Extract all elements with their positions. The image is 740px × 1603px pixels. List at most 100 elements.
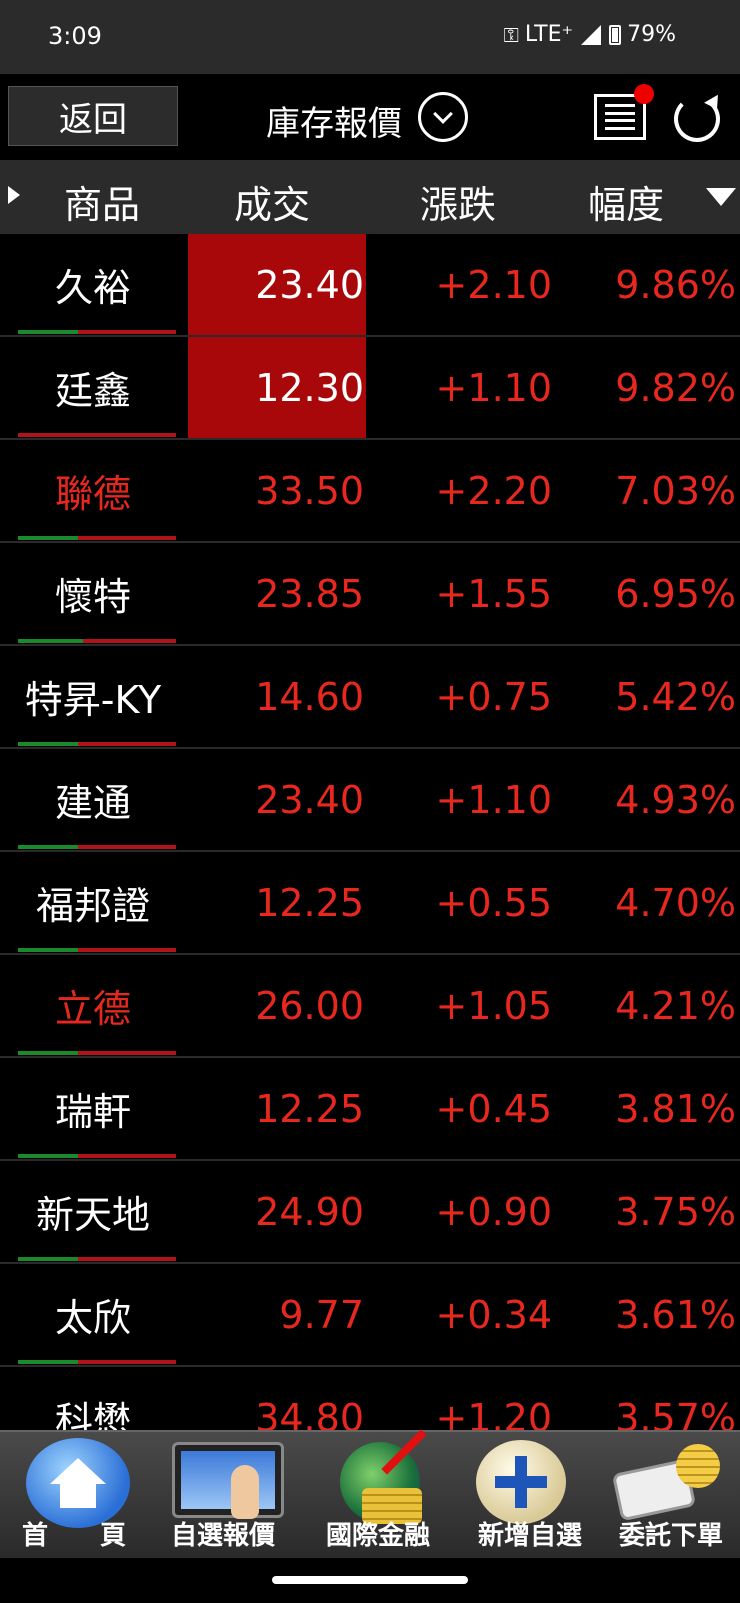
tablet-chart-icon xyxy=(172,1442,284,1519)
tab-international-label: 國際金融 xyxy=(325,1521,430,1551)
table-row[interactable]: 特昇-KY 14.60 +0.75 5.42% xyxy=(0,646,740,749)
bid-ask-bar-green xyxy=(18,1154,79,1158)
bid-ask-bar xyxy=(18,742,176,746)
tab-watchlist-label: 自選報價 xyxy=(170,1521,275,1551)
status-bar: 3:09 ⚿ LTE⁺ 79% xyxy=(0,0,740,74)
change-percent: 5.42% xyxy=(615,674,736,719)
price-change: +0.45 xyxy=(435,1086,552,1131)
change-percent: 4.21% xyxy=(615,983,736,1028)
change-percent: 6.95% xyxy=(615,571,736,616)
table-row[interactable]: 建通 23.40 +1.10 4.93% xyxy=(0,749,740,852)
last-price: 23.40 xyxy=(255,777,364,822)
table-row[interactable]: 科懋 34.80 +1.20 3.57% xyxy=(0,1367,740,1431)
stock-name: 瑞軒 xyxy=(54,1090,131,1134)
tab-add-watch-label: 新增自選 xyxy=(477,1521,582,1551)
price-change: +2.20 xyxy=(435,468,552,513)
table-row[interactable]: 福邦證 12.25 +0.55 4.70% xyxy=(0,852,740,955)
bid-ask-bar-green xyxy=(18,948,79,952)
column-change[interactable]: 漲跌 xyxy=(420,174,496,229)
stock-name: 懷特 xyxy=(54,575,131,619)
price-change: +1.10 xyxy=(435,777,552,822)
signal-icon xyxy=(581,24,602,45)
last-price: 9.77 xyxy=(279,1292,364,1337)
gesture-bar xyxy=(0,1558,740,1603)
stock-name: 廷鑫 xyxy=(54,369,131,413)
table-row[interactable]: 懷特 23.85 +1.55 6.95% xyxy=(0,543,740,646)
bid-ask-bar xyxy=(18,639,176,643)
tab-home[interactable]: 首 頁 xyxy=(0,1432,148,1560)
bid-ask-bar xyxy=(18,1257,176,1261)
change-percent: 3.81% xyxy=(615,1086,736,1131)
page-title[interactable]: 庫存報價 xyxy=(266,96,402,145)
table-row[interactable]: 瑞軒 12.25 +0.45 3.81% xyxy=(0,1058,740,1161)
nav-bar: 返回 庫存報價 xyxy=(0,74,740,160)
change-percent: 4.93% xyxy=(615,777,736,822)
quote-list[interactable]: 久裕 23.40 +2.10 9.86% 廷鑫 12.30 +1.10 9.82% 聯德 33.5… xyxy=(0,234,740,1430)
stock-name: 聯德 xyxy=(54,472,131,516)
status-time: 3:09 xyxy=(48,22,102,50)
stock-name: 太欣 xyxy=(54,1296,131,1340)
price-change: +0.75 xyxy=(435,674,552,719)
last-price: 23.40 xyxy=(188,234,366,335)
change-percent: 3.61% xyxy=(615,1292,736,1337)
column-percent[interactable]: 幅度 xyxy=(588,174,664,229)
price-change: +1.20 xyxy=(435,1395,552,1431)
last-price: 12.30 xyxy=(188,337,366,438)
bid-ask-bar xyxy=(18,1154,176,1158)
column-price[interactable]: 成交 xyxy=(234,174,310,229)
expand-left-icon[interactable] xyxy=(8,186,20,204)
tab-watchlist[interactable]: 自選報價 xyxy=(148,1432,298,1560)
last-price: 33.50 xyxy=(255,468,364,513)
tab-order[interactable]: 委託下單 xyxy=(602,1432,740,1560)
table-row[interactable]: 廷鑫 12.30 +1.10 9.82% xyxy=(0,337,740,440)
change-percent: 7.03% xyxy=(615,468,736,513)
last-price: 26.00 xyxy=(255,983,364,1028)
back-button[interactable]: 返回 xyxy=(8,86,178,146)
stock-name: 久裕 xyxy=(54,266,131,310)
price-change: +0.55 xyxy=(435,880,552,925)
stock-name: 科懋 xyxy=(54,1399,131,1430)
bid-ask-bar xyxy=(18,433,176,437)
table-row[interactable]: 聯德 33.50 +2.20 7.03% xyxy=(0,440,740,543)
notification-dot xyxy=(634,84,654,104)
price-change: +1.05 xyxy=(435,983,552,1028)
table-row[interactable]: 久裕 23.40 +2.10 9.86% xyxy=(0,234,740,337)
table-row[interactable]: 新天地 24.90 +0.90 3.75% xyxy=(0,1161,740,1264)
price-change: +0.34 xyxy=(435,1292,552,1337)
price-change: +2.10 xyxy=(435,262,552,307)
bid-ask-bar-green xyxy=(18,742,79,746)
network-type: LTE⁺ xyxy=(524,22,574,47)
price-change: +0.90 xyxy=(435,1189,552,1234)
change-percent: 9.82% xyxy=(615,365,736,410)
battery-icon xyxy=(609,24,622,45)
last-price: 23.85 xyxy=(255,571,364,616)
column-header: 商品 成交 漲跌 幅度 xyxy=(0,160,740,234)
price-change: +1.55 xyxy=(435,571,552,616)
bid-ask-bar-green xyxy=(18,330,79,334)
last-price: 12.25 xyxy=(255,880,364,925)
bid-ask-bar-green xyxy=(18,1360,79,1364)
tab-international[interactable]: 國際金融 xyxy=(298,1429,458,1560)
table-row[interactable]: 立德 26.00 +1.05 4.21% xyxy=(0,955,740,1058)
bid-ask-bar xyxy=(18,536,176,540)
price-change: +1.10 xyxy=(435,365,552,410)
order-device-icon xyxy=(611,1442,724,1522)
bottom-toolbar: 首 頁 自選報價 國際金融 新增自選 委託下單 xyxy=(0,1429,740,1560)
home-gesture-pill[interactable] xyxy=(272,1576,468,1584)
status-icons: ⚿ LTE⁺ 79% xyxy=(504,22,676,47)
column-product[interactable]: 商品 xyxy=(64,174,140,229)
sort-down-icon[interactable] xyxy=(706,188,736,206)
last-price: 24.90 xyxy=(255,1189,364,1234)
last-price: 34.80 xyxy=(255,1395,364,1431)
bid-ask-bar-green xyxy=(18,1257,79,1261)
refresh-icon[interactable] xyxy=(674,96,720,142)
plus-icon xyxy=(476,1440,566,1524)
bid-ask-bar-green xyxy=(18,639,83,643)
chevron-down-icon[interactable] xyxy=(418,92,468,142)
bid-ask-bar xyxy=(18,948,176,952)
bid-ask-bar xyxy=(18,1051,176,1055)
battery-level: 79% xyxy=(627,22,676,47)
table-row[interactable]: 太欣 9.77 +0.34 3.61% xyxy=(0,1264,740,1367)
tab-add-watch[interactable]: 新增自選 xyxy=(458,1432,602,1560)
bid-ask-bar-green xyxy=(18,1051,79,1055)
